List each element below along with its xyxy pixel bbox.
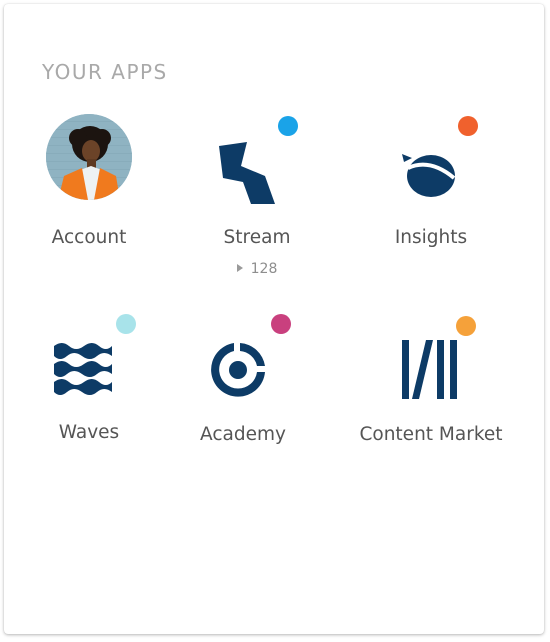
stream-count: 128: [172, 261, 342, 277]
waves-icon: [54, 343, 112, 395]
app-label-account: Account: [51, 227, 127, 248]
app-tile-academy[interactable]: Academy: [158, 312, 328, 482]
app-tile-account[interactable]: Account: [4, 114, 174, 284]
your-apps-panel: YOUR APPS Account Stream 128 Insights Wa…: [4, 4, 544, 634]
target-icon: [211, 343, 265, 397]
waves-notification-dot: [116, 314, 136, 334]
app-tile-stream[interactable]: Stream 128: [172, 114, 342, 284]
app-tile-content-market[interactable]: Content Market: [346, 312, 516, 482]
section-title: YOUR APPS: [42, 60, 168, 84]
app-label-content-market: Content Market: [359, 424, 503, 445]
stream-icon: [219, 142, 275, 204]
content-market-notification-dot: [456, 316, 476, 336]
insights-notification-dot: [458, 116, 478, 136]
academy-notification-dot: [271, 314, 291, 334]
account-avatar[interactable]: [46, 114, 132, 200]
stream-count-value: 128: [250, 261, 278, 277]
app-label-insights: Insights: [394, 227, 468, 248]
app-label-waves: Waves: [58, 422, 120, 443]
stream-notification-dot: [278, 116, 298, 136]
app-label-stream: Stream: [223, 227, 291, 248]
avatar-photo: [46, 114, 132, 200]
app-label-academy: Academy: [200, 424, 286, 445]
app-tile-insights[interactable]: Insights: [346, 114, 516, 284]
bars-icon: [402, 340, 457, 399]
acorn-icon: [402, 154, 456, 197]
app-tile-waves[interactable]: Waves: [4, 312, 174, 482]
play-icon: [236, 264, 243, 272]
